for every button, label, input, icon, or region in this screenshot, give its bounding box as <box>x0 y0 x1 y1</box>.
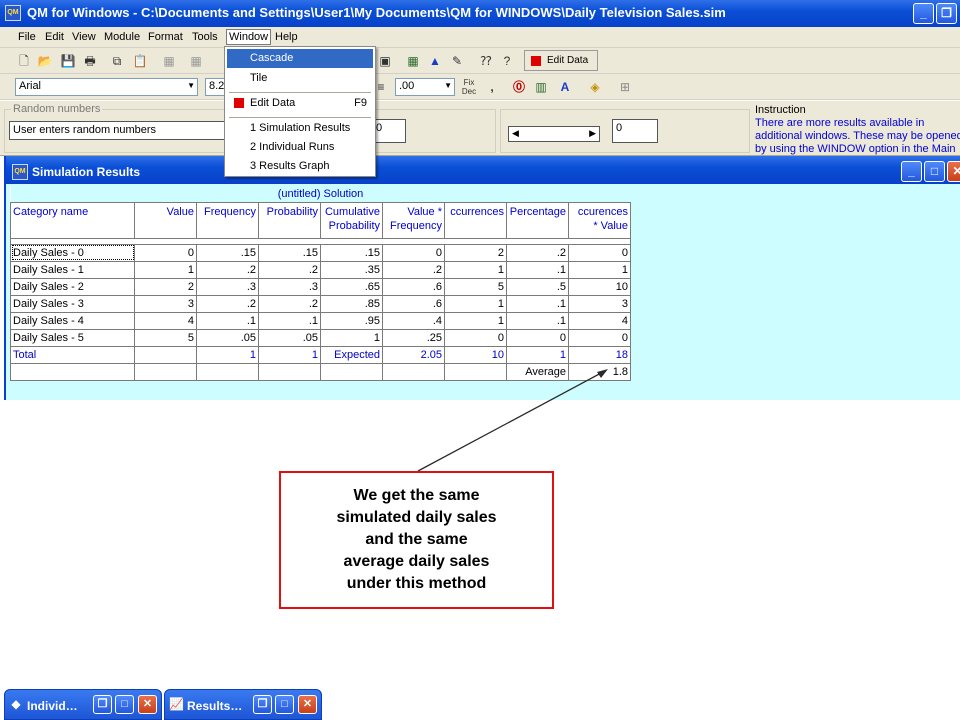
callout-line: We get the same <box>353 487 480 504</box>
menu-item-edit-data[interactable]: Edit Data F9 <box>227 94 373 113</box>
callout-line: and the same <box>365 531 468 548</box>
menu-item-label: 2 Individual Runs <box>250 141 335 153</box>
edit-data-square-icon <box>234 98 244 108</box>
callout-line: average daily sales <box>343 553 490 570</box>
minimized-results-graph[interactable]: 📈 Results… ❐ □ ✕ <box>164 689 322 720</box>
menu-item-tile[interactable]: Tile <box>227 69 373 88</box>
maximize-icon[interactable]: □ <box>275 695 294 714</box>
menu-item-label: Cascade <box>250 52 294 64</box>
menu-item-cascade[interactable]: Cascade <box>227 49 373 68</box>
restore-icon[interactable]: ❐ <box>253 695 272 714</box>
menu-item-individual-runs[interactable]: 2 Individual Runs <box>227 138 373 157</box>
menu-item-label: Tile <box>250 72 268 84</box>
callout-line: simulated daily sales <box>336 509 497 526</box>
menu-item-shortcut: F9 <box>354 97 367 109</box>
window-dropdown-menu: Cascade Tile Edit Data F9 1 Simulation R… <box>224 46 376 177</box>
annotation-callout: We get the same simulated daily sales an… <box>279 471 554 609</box>
graph-icon: 📈 <box>169 697 184 711</box>
maximize-icon[interactable]: □ <box>115 695 134 714</box>
menu-item-label: Edit Data <box>250 97 296 109</box>
minimized-window-label: Individ… <box>27 699 78 713</box>
diamond-icon: ◆ <box>11 697 21 711</box>
menu-item-label: 1 Simulation Results <box>250 122 351 134</box>
restore-icon[interactable]: ❐ <box>93 695 112 714</box>
annotation-arrow <box>417 369 608 472</box>
minimized-individual-runs[interactable]: ◆ Individ… ❐ □ ✕ <box>4 689 162 720</box>
menu-separator <box>229 117 371 118</box>
menu-separator <box>229 92 371 93</box>
menu-item-label: 3 Results Graph <box>250 160 330 172</box>
minimized-window-label: Results… <box>187 699 243 713</box>
menu-item-simulation-results[interactable]: 1 Simulation Results <box>227 119 373 138</box>
menu-item-results-graph[interactable]: 3 Results Graph <box>227 157 373 176</box>
close-icon[interactable]: ✕ <box>298 695 317 714</box>
close-icon[interactable]: ✕ <box>138 695 157 714</box>
callout-line: under this method <box>346 575 487 592</box>
